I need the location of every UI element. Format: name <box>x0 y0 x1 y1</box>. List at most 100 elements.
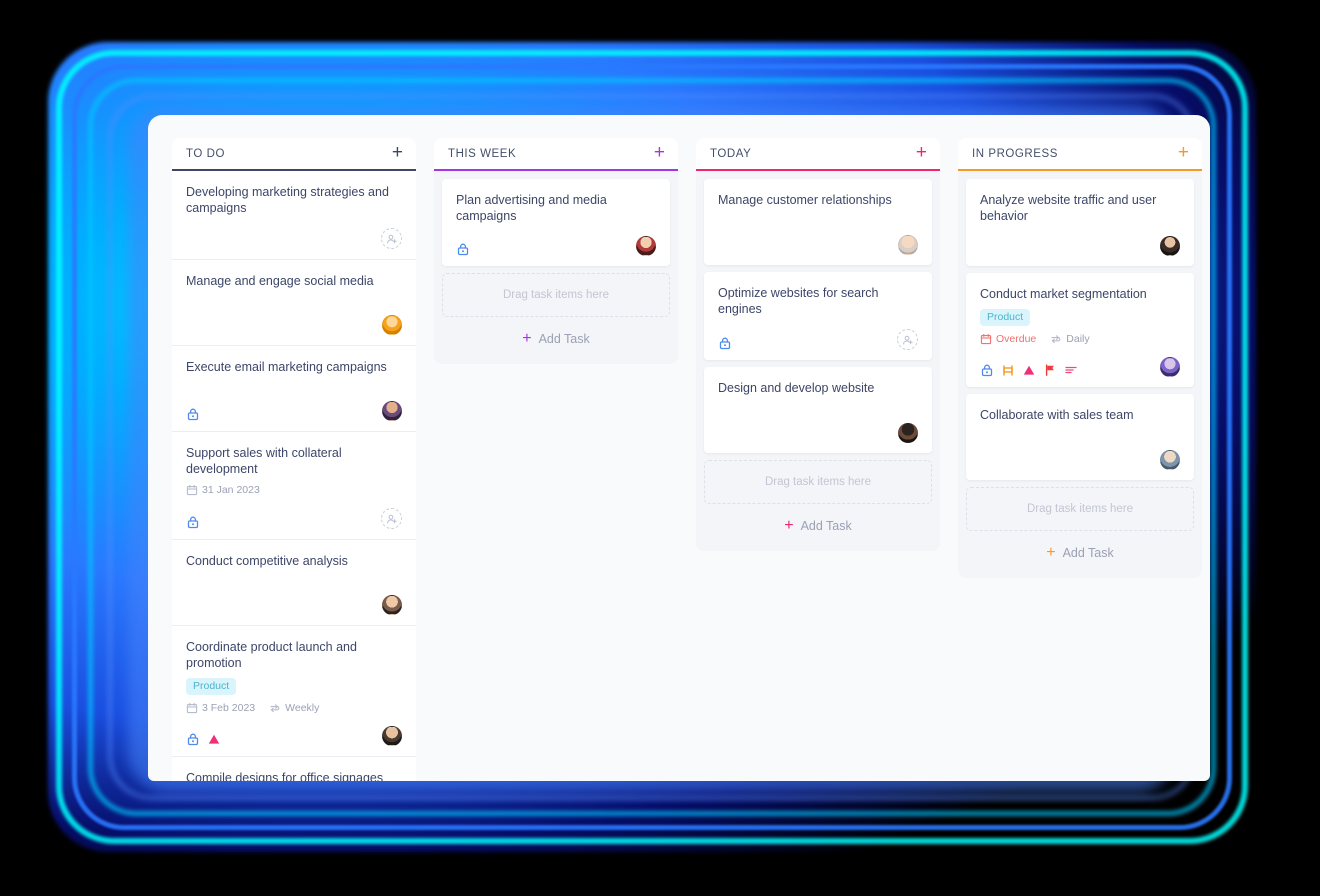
card-list: Manage customer relationships Optimize we… <box>696 171 940 453</box>
task-card-footer <box>718 223 918 255</box>
task-card-footer <box>718 411 918 443</box>
add-task-label: Add Task <box>1062 546 1114 560</box>
column-header-in-progress: IN PROGRESS + <box>958 138 1202 171</box>
add-task-button[interactable]: + Add Task <box>958 531 1202 578</box>
task-card[interactable]: Compile designs for office signages <box>172 757 416 781</box>
avatar[interactable] <box>1160 357 1180 377</box>
task-title: Support sales with collateral developmen… <box>186 446 342 476</box>
drop-zone[interactable]: Drag task items here <box>442 273 670 317</box>
card-list: Developing marketing strategies and camp… <box>172 171 416 781</box>
task-icon-cluster <box>186 515 200 529</box>
column-body: Analyze website traffic and user behavio… <box>958 171 1202 578</box>
task-card[interactable]: Coordinate product launch and promotion P… <box>172 626 416 757</box>
add-person-icon <box>386 514 397 523</box>
avatar[interactable] <box>382 315 402 335</box>
task-title: Analyze website traffic and user behavio… <box>980 193 1157 223</box>
recurrence[interactable]: Weekly <box>269 702 319 714</box>
assign-user-button[interactable] <box>381 228 402 249</box>
calendar-icon <box>980 333 992 345</box>
drop-zone[interactable]: Drag task items here <box>704 460 932 504</box>
add-task-label: Add Task <box>800 519 852 533</box>
avatar[interactable] <box>382 595 402 615</box>
task-title: Manage customer relationships <box>718 193 892 207</box>
add-task-button[interactable]: + Add Task <box>434 317 678 364</box>
column-title: IN PROGRESS <box>972 147 1058 160</box>
task-card[interactable]: Collaborate with sales team <box>966 394 1194 480</box>
avatar[interactable] <box>636 236 656 256</box>
milestone-icon[interactable] <box>1001 363 1015 377</box>
priority-triangle-icon[interactable] <box>207 732 221 746</box>
task-card-footer <box>980 224 1180 256</box>
task-card[interactable]: Manage and engage social media <box>172 260 416 346</box>
task-card[interactable]: Design and develop website <box>704 367 932 453</box>
recurrence[interactable]: Daily <box>1050 333 1090 345</box>
avatar[interactable] <box>898 235 918 255</box>
avatar[interactable] <box>382 401 402 421</box>
plus-icon: + <box>784 517 794 534</box>
plus-icon: + <box>522 330 532 347</box>
task-title: Collaborate with sales team <box>980 408 1134 422</box>
task-icon-cluster <box>456 242 470 256</box>
task-card[interactable]: Execute email marketing campaigns <box>172 346 416 432</box>
kanban-board-panel: TO DO + Developing marketing strategies an… <box>148 115 1210 781</box>
add-card-plus-icon[interactable]: + <box>1178 143 1189 165</box>
add-task-button[interactable]: + Add Task <box>696 504 940 551</box>
task-card[interactable]: Conduct market segmentation Product Overdu… <box>966 273 1194 387</box>
add-card-plus-icon[interactable]: + <box>392 143 403 165</box>
task-title: Coordinate product launch and promotion <box>186 640 357 670</box>
task-tag[interactable]: Product <box>980 309 1031 326</box>
recurrence-label: Daily <box>1066 333 1090 345</box>
column-header-today: TODAY + <box>696 138 940 171</box>
lock-icon[interactable] <box>186 407 200 421</box>
lock-icon[interactable] <box>186 732 200 746</box>
add-card-plus-icon[interactable]: + <box>654 143 665 165</box>
avatar[interactable] <box>898 423 918 443</box>
column-title: TODAY <box>710 147 752 160</box>
add-card-plus-icon[interactable]: + <box>916 143 927 165</box>
column-header-this-week: THIS WEEK + <box>434 138 678 171</box>
assign-user-button[interactable] <box>897 329 918 350</box>
task-card[interactable]: Developing marketing strategies and camp… <box>172 171 416 260</box>
task-card-footer <box>718 317 918 350</box>
column-body: Plan advertising and media campaigns Drag… <box>434 171 678 364</box>
task-card[interactable]: Plan advertising and media campaigns <box>442 179 670 266</box>
flag-icon[interactable] <box>1043 363 1057 377</box>
due-date[interactable]: 3 Feb 2023 <box>186 702 255 714</box>
card-list: Analyze website traffic and user behavio… <box>958 171 1202 480</box>
lock-icon[interactable] <box>718 336 732 350</box>
assign-user-button[interactable] <box>381 508 402 529</box>
task-card[interactable]: Conduct competitive analysis <box>172 540 416 626</box>
task-meta-row: Overdue Daily <box>980 333 1180 345</box>
lock-icon[interactable] <box>186 515 200 529</box>
task-card-footer <box>456 224 656 256</box>
task-meta-row: 31 Jan 2023 <box>186 484 402 496</box>
add-person-icon <box>902 335 913 344</box>
column-header-todo: TO DO + <box>172 138 416 171</box>
task-icon-cluster <box>186 732 221 746</box>
task-tag[interactable]: Product <box>186 678 237 695</box>
due-date-overdue[interactable]: Overdue <box>980 333 1036 345</box>
lock-icon[interactable] <box>980 363 994 377</box>
task-card[interactable]: Support sales with collateral developmen… <box>172 432 416 540</box>
task-icon-cluster <box>186 407 200 421</box>
task-card-footer <box>186 583 402 615</box>
kanban-column-this-week: THIS WEEK + Plan advertising and media cam… <box>434 138 678 364</box>
task-title: Manage and engage social media <box>186 274 374 288</box>
task-card-footer <box>980 438 1180 470</box>
priority-triangle-icon[interactable] <box>1022 363 1036 377</box>
avatar[interactable] <box>382 726 402 746</box>
avatar[interactable] <box>1160 236 1180 256</box>
repeat-icon <box>270 704 280 713</box>
task-card[interactable]: Analyze website traffic and user behavio… <box>966 179 1194 266</box>
repeat-icon <box>1051 335 1061 344</box>
description-icon[interactable] <box>1064 363 1078 377</box>
lock-icon[interactable] <box>456 242 470 256</box>
task-card[interactable]: Manage customer relationships <box>704 179 932 265</box>
due-date-label: Overdue <box>996 333 1037 345</box>
avatar[interactable] <box>1160 450 1180 470</box>
due-date[interactable]: 31 Jan 2023 <box>186 484 260 496</box>
drop-zone[interactable]: Drag task items here <box>966 487 1194 531</box>
add-person-icon <box>386 234 397 243</box>
task-title: Plan advertising and media campaigns <box>456 193 607 223</box>
task-card[interactable]: Optimize websites for search engines <box>704 272 932 360</box>
